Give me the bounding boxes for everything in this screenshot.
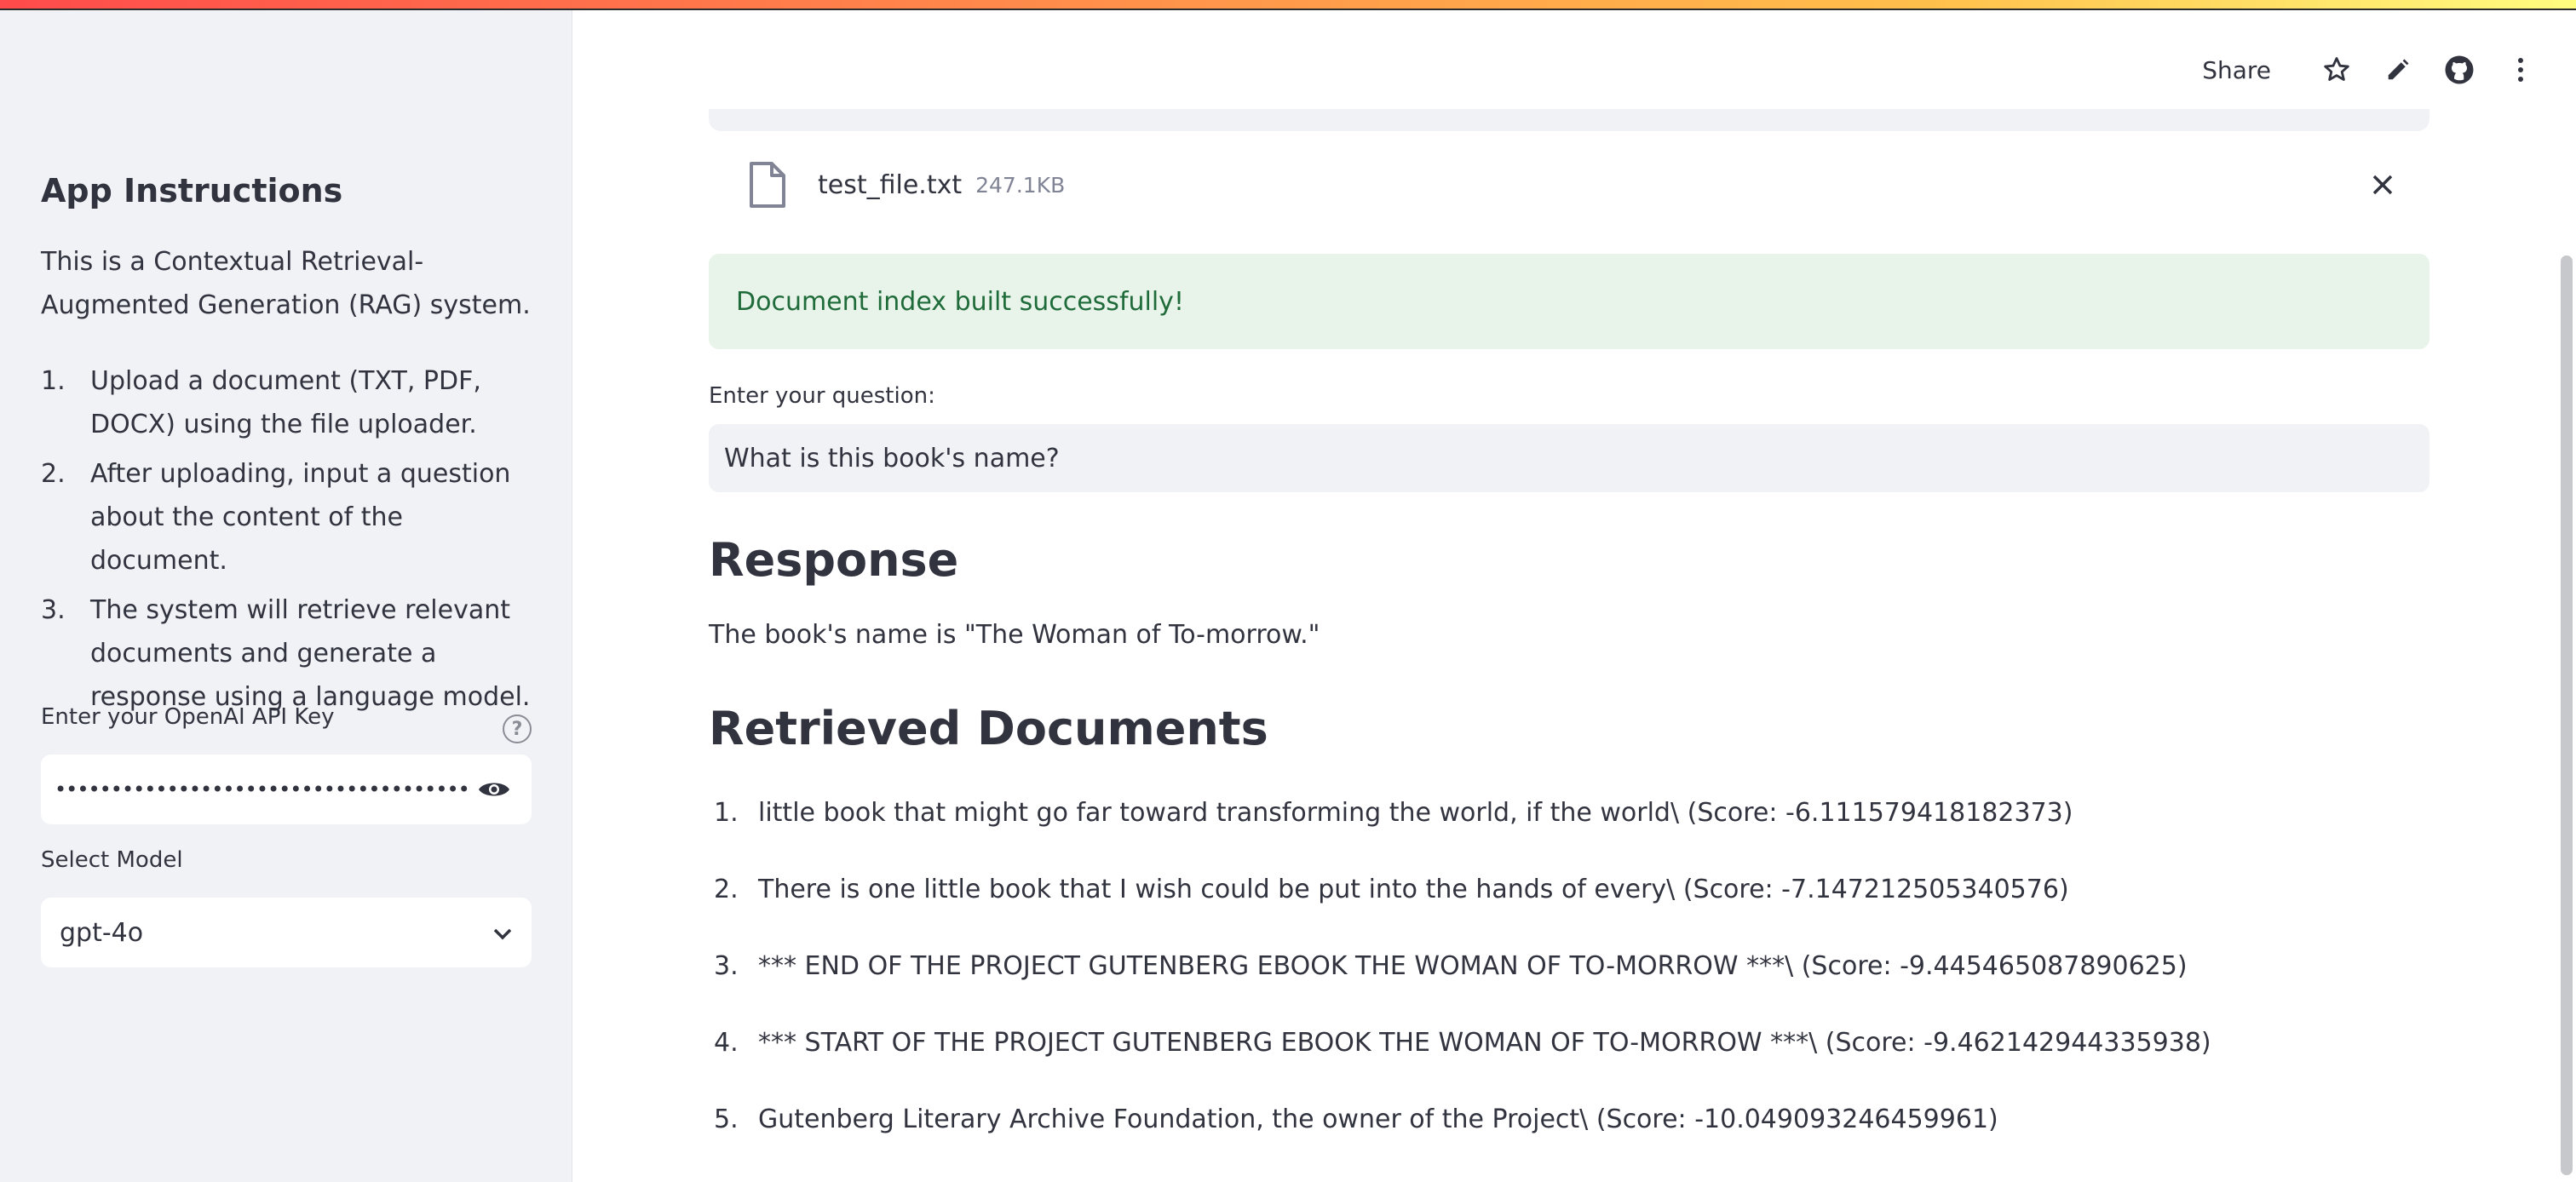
retrieved-documents-list: 1. little book that might go far toward … (709, 792, 2429, 1175)
document-text: little book that might go far toward tra… (758, 798, 2073, 828)
list-item: 1. little book that might go far toward … (709, 792, 2429, 869)
sidebar-title: App Instructions (41, 172, 343, 209)
response-text: The book's name is "The Woman of To-morr… (709, 620, 1320, 650)
list-item: 3. *** END OF THE PROJECT GUTENBERG EBOO… (709, 945, 2429, 1022)
instruction-item: 1. Upload a document (TXT, PDF, DOCX) us… (41, 359, 535, 446)
document-text: *** END OF THE PROJECT GUTENBERG EBOOK T… (758, 951, 2188, 981)
instruction-number: 2. (41, 459, 66, 489)
api-key-label: Enter your OpenAI API Key (41, 704, 335, 730)
instruction-text: After uploading, input a question about … (90, 459, 511, 576)
file-size: 247.1KB (975, 172, 1066, 198)
instruction-text: Upload a document (TXT, PDF, DOCX) using… (90, 366, 481, 439)
show-password-eye-icon[interactable] (470, 772, 518, 806)
sidebar-description: This is a Contextual Retrieval-Augmented… (41, 247, 531, 320)
document-number: 4. (714, 1028, 739, 1058)
model-select[interactable]: gpt-4o (41, 898, 532, 967)
question-label: Enter your question: (709, 383, 935, 409)
retrieved-documents-heading: Retrieved Documents (709, 702, 1268, 755)
remove-file-close-icon[interactable] (2361, 164, 2404, 206)
chevron-down-icon[interactable] (492, 918, 513, 948)
list-item: 2. There is one little book that I wish … (709, 869, 2429, 945)
more-vertical-icon[interactable] (2499, 49, 2542, 91)
file-icon (746, 161, 787, 209)
document-text: *** START OF THE PROJECT GUTENBERG EBOOK… (758, 1028, 2211, 1058)
uploaded-file-row: test_file.txt 247.1KB (709, 145, 2429, 225)
file-name: test_file.txt (818, 169, 963, 200)
success-alert: Document index built successfully! (709, 254, 2429, 349)
list-item: 4. *** START OF THE PROJECT GUTENBERG EB… (709, 1022, 2429, 1099)
instruction-item: 3. The system will retrieve relevant doc… (41, 588, 535, 719)
question-input[interactable]: What is this book's name? (709, 424, 2429, 492)
list-item: 5. Gutenberg Literary Archive Foundation… (709, 1099, 2429, 1175)
document-number: 3. (714, 951, 739, 981)
model-select-label: Select Model (41, 847, 183, 873)
document-text: There is one little book that I wish cou… (758, 875, 2069, 904)
instruction-number: 3. (41, 595, 66, 625)
github-icon[interactable] (2438, 49, 2481, 91)
file-uploader-dropzone[interactable] (709, 109, 2429, 131)
instruction-number: 1. (41, 366, 66, 396)
api-key-masked-value[interactable]: ••••••••••••••••••••••••••••••••••••••••… (55, 777, 470, 801)
instruction-text: The system will retrieve relevant docume… (90, 595, 531, 712)
api-key-input[interactable]: ••••••••••••••••••••••••••••••••••••••••… (41, 755, 532, 824)
document-number: 2. (714, 875, 739, 904)
help-icon[interactable]: ? (503, 714, 532, 743)
instruction-item: 2. After uploading, input a question abo… (41, 452, 535, 582)
sidebar: App Instructions This is a Contextual Re… (0, 10, 572, 1182)
document-text: Gutenberg Literary Archive Foundation, t… (758, 1105, 1998, 1134)
document-number: 1. (714, 798, 739, 828)
vertical-scrollbar[interactable] (2561, 255, 2573, 1175)
instruction-list: 1. Upload a document (TXT, PDF, DOCX) us… (41, 359, 535, 725)
document-number: 5. (714, 1105, 739, 1134)
main-content: test_file.txt 247.1KB Document index bui… (709, 0, 2429, 1182)
model-select-value[interactable]: gpt-4o (60, 918, 143, 948)
response-heading: Response (709, 533, 959, 587)
